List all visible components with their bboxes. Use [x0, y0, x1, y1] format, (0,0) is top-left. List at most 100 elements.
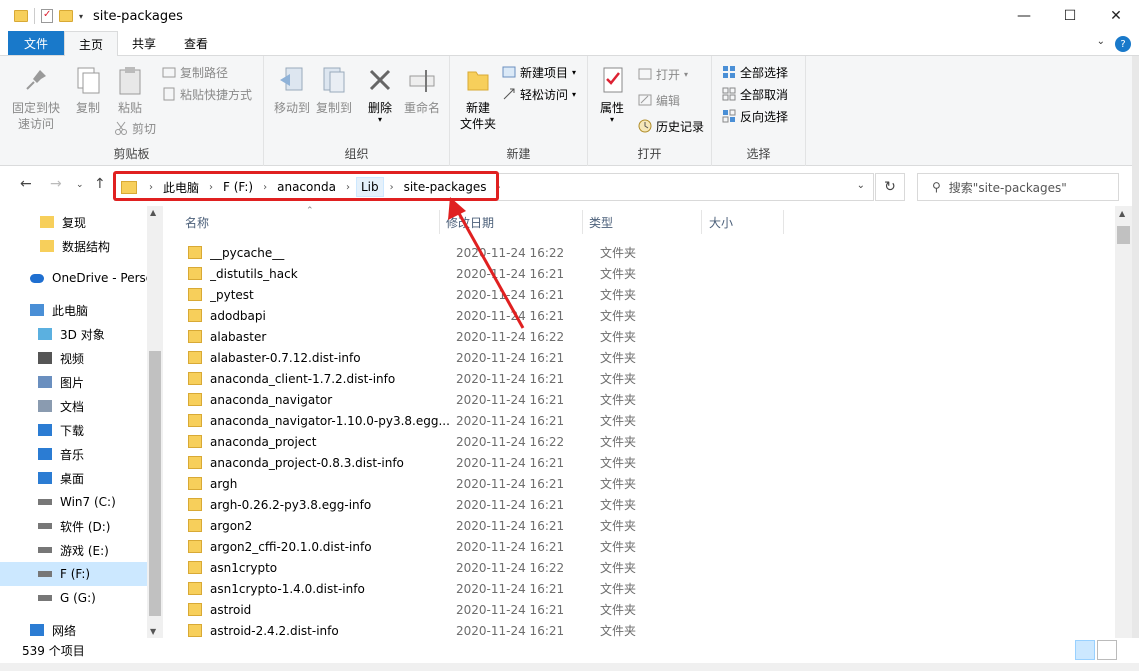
column-divider[interactable]: [439, 210, 440, 234]
copy-path-button[interactable]: 复制路径: [162, 62, 228, 82]
crumb-drive-f[interactable]: F (F:): [219, 177, 257, 197]
chevron-right-icon[interactable]: ›: [257, 182, 273, 193]
nav-item[interactable]: 3D 对象: [0, 322, 147, 346]
large-icons-view-button[interactable]: [1097, 640, 1117, 660]
cut-button[interactable]: 剪切: [114, 118, 156, 138]
file-row[interactable]: adodbapi 2020-11-24 16:21 文件夹: [178, 305, 658, 326]
delete-dropdown-icon[interactable]: ▾: [356, 116, 404, 124]
crumb-lib[interactable]: Lib: [355, 177, 384, 197]
file-row[interactable]: anaconda_navigator 2020-11-24 16:21 文件夹: [178, 389, 658, 410]
back-arrow-icon[interactable]: ←: [20, 176, 32, 192]
file-row[interactable]: asn1crypto-1.4.0.dist-info 2020-11-24 16:…: [178, 578, 658, 599]
nav-item[interactable]: F (F:): [0, 562, 147, 586]
file-list-scrollbar[interactable]: ▲: [1115, 206, 1132, 638]
up-arrow-icon[interactable]: ↑: [94, 176, 106, 192]
tab-file[interactable]: 文件: [8, 31, 65, 55]
properties-dropdown-icon[interactable]: ▾: [588, 116, 636, 124]
details-view-button[interactable]: [1075, 640, 1095, 660]
chevron-right-icon[interactable]: ›: [340, 182, 356, 193]
column-size[interactable]: 大小: [709, 206, 733, 238]
scroll-down-icon[interactable]: ▼: [150, 627, 156, 636]
delete-button[interactable]: 删除 ▾: [356, 64, 404, 124]
column-divider[interactable]: [582, 210, 583, 234]
nav-item[interactable]: 此电脑: [0, 298, 147, 322]
chevron-right-icon[interactable]: ›: [491, 182, 507, 193]
paste-shortcut-button[interactable]: 粘贴快捷方式: [162, 84, 252, 104]
column-name[interactable]: 名称: [185, 206, 209, 238]
file-row[interactable]: argh 2020-11-24 16:21 文件夹: [178, 473, 658, 494]
scroll-up-icon[interactable]: ▲: [150, 208, 156, 217]
copy-to-button[interactable]: 复制到: [310, 64, 358, 116]
scrollbar-thumb[interactable]: [149, 351, 161, 616]
nav-item[interactable]: 文档: [0, 394, 147, 418]
nav-item[interactable]: 软件 (D:): [0, 514, 147, 538]
nav-item[interactable]: 复现: [0, 210, 147, 234]
tab-home[interactable]: 主页: [64, 31, 119, 56]
file-row[interactable]: anaconda_project-0.8.3.dist-info 2020-11-…: [178, 452, 658, 473]
chevron-right-icon[interactable]: ›: [203, 182, 219, 193]
nav-item[interactable]: 桌面: [0, 466, 147, 490]
nav-scrollbar[interactable]: ▲ ▼: [147, 206, 163, 638]
pin-quick-access-button[interactable]: 固定到快 速访问: [12, 64, 60, 132]
file-row[interactable]: alabaster 2020-11-24 16:22 文件夹: [178, 326, 658, 347]
scroll-up-icon[interactable]: ▲: [1119, 209, 1125, 218]
invert-selection-button[interactable]: 反向选择: [722, 106, 788, 126]
tab-view[interactable]: 查看: [170, 31, 222, 55]
maximize-button[interactable]: ☐: [1047, 0, 1093, 32]
open-button[interactable]: 打开 ▾: [638, 64, 688, 84]
new-folder-button[interactable]: 新建 文件夹: [454, 64, 502, 132]
address-bar[interactable]: › 此电脑 › F (F:) › anaconda › Lib › site-p…: [114, 173, 874, 201]
properties-icon[interactable]: [41, 9, 53, 23]
select-all-button[interactable]: 全部选择: [722, 62, 788, 82]
chevron-right-icon[interactable]: ›: [384, 182, 400, 193]
paste-button[interactable]: 粘贴: [106, 64, 154, 116]
forward-arrow-icon[interactable]: →: [50, 176, 62, 192]
crumb-site-packages[interactable]: site-packages: [400, 177, 491, 197]
nav-item[interactable]: 下载: [0, 418, 147, 442]
file-row[interactable]: anaconda_navigator-1.10.0-py3.8.egg... 20…: [178, 410, 658, 431]
file-row[interactable]: argon2_cffi-20.1.0.dist-info 2020-11-24 1…: [178, 536, 658, 557]
address-dropdown-icon[interactable]: ⌄: [857, 180, 865, 191]
properties-button[interactable]: 属性 ▾: [588, 64, 636, 124]
nav-item[interactable]: 游戏 (E:): [0, 538, 147, 562]
new-folder-icon[interactable]: [59, 10, 73, 22]
copy-button[interactable]: 复制: [64, 64, 112, 116]
file-row[interactable]: alabaster-0.7.12.dist-info 2020-11-24 16:…: [178, 347, 658, 368]
scrollbar-thumb[interactable]: [1117, 226, 1130, 244]
close-button[interactable]: ✕: [1093, 0, 1139, 32]
help-icon[interactable]: ?: [1115, 36, 1131, 52]
nav-item[interactable]: Win7 (C:): [0, 490, 147, 514]
expand-ribbon-icon[interactable]: ⌄: [1097, 36, 1105, 52]
nav-item[interactable]: G (G:): [0, 586, 147, 610]
crumb-this-pc[interactable]: 此电脑: [159, 177, 203, 197]
file-row[interactable]: anaconda_client-1.7.2.dist-info 2020-11-2…: [178, 368, 658, 389]
file-row[interactable]: astroid 2020-11-24 16:21 文件夹: [178, 599, 658, 620]
column-type[interactable]: 类型: [589, 206, 613, 238]
customize-dropdown-icon[interactable]: ▾: [79, 12, 83, 21]
column-divider[interactable]: [701, 210, 702, 234]
nav-item[interactable]: 音乐: [0, 442, 147, 466]
refresh-button[interactable]: ↻: [875, 173, 905, 201]
nav-item[interactable]: OneDrive - Perso: [0, 266, 147, 290]
move-to-button[interactable]: 移动到: [268, 64, 316, 116]
file-row[interactable]: argon2 2020-11-24 16:21 文件夹: [178, 515, 658, 536]
recent-dropdown-icon[interactable]: ⌄: [76, 180, 84, 190]
new-item-button[interactable]: 新建项目 ▾: [502, 62, 576, 82]
column-modified[interactable]: 修改日期: [446, 206, 494, 238]
edit-button[interactable]: 编辑: [638, 90, 680, 110]
search-input[interactable]: ⚲ 搜索"site-packages": [917, 173, 1119, 201]
rename-button[interactable]: 重命名: [398, 64, 446, 116]
column-divider[interactable]: [783, 210, 784, 234]
file-row[interactable]: anaconda_project 2020-11-24 16:22 文件夹: [178, 431, 658, 452]
chevron-right-icon[interactable]: ›: [143, 182, 159, 193]
nav-item[interactable]: 视频: [0, 346, 147, 370]
file-row[interactable]: astroid-2.4.2.dist-info 2020-11-24 16:21 文…: [178, 620, 658, 638]
file-row[interactable]: argh-0.26.2-py3.8.egg-info 2020-11-24 16:…: [178, 494, 658, 515]
file-row[interactable]: _pytest 2020-11-24 16:21 文件夹: [178, 284, 658, 305]
crumb-anaconda[interactable]: anaconda: [273, 177, 340, 197]
minimize-button[interactable]: —: [1001, 0, 1047, 32]
file-row[interactable]: __pycache__ 2020-11-24 16:22 文件夹: [178, 242, 658, 263]
select-none-button[interactable]: 全部取消: [722, 84, 788, 104]
file-row[interactable]: asn1crypto 2020-11-24 16:22 文件夹: [178, 557, 658, 578]
file-row[interactable]: _distutils_hack 2020-11-24 16:21 文件夹: [178, 263, 658, 284]
